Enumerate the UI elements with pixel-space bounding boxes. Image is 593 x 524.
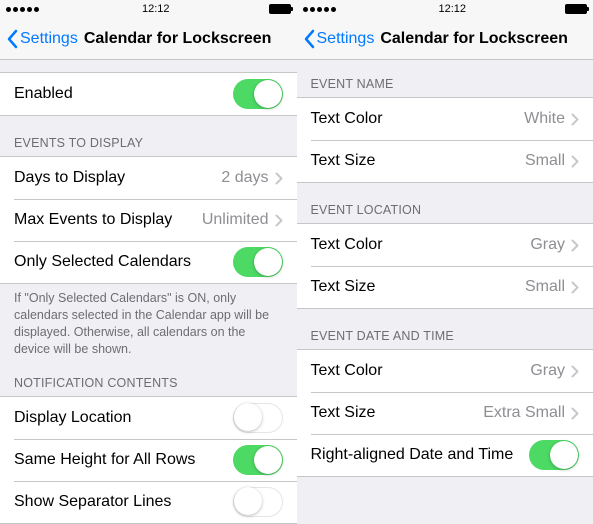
nav-bar: Settings Calendar for Lockscreen: [297, 18, 593, 60]
enabled-switch[interactable]: [233, 79, 283, 109]
status-time: 12:12: [142, 3, 170, 15]
right-aligned-label: Right-aligned Date and Time: [311, 446, 530, 464]
text-size-value: Small: [525, 152, 565, 170]
chevron-right-icon: [571, 155, 579, 168]
text-color-label: Text Color: [311, 110, 525, 128]
back-button[interactable]: Settings: [317, 30, 375, 48]
text-color-value: Gray: [530, 362, 565, 380]
signal-icon: [303, 7, 336, 12]
battery-icon: [565, 4, 587, 14]
chevron-right-icon: [571, 407, 579, 420]
same-height-switch[interactable]: [233, 445, 283, 475]
days-to-display-label: Days to Display: [14, 169, 221, 187]
text-color-value: Gray: [530, 236, 565, 254]
separator-lines-label: Show Separator Lines: [14, 493, 233, 511]
text-color-label: Text Color: [311, 362, 531, 380]
signal-icon: [6, 7, 39, 12]
section-events-to-display: EVENTS TO DISPLAY: [0, 116, 297, 156]
settings-content: EVENT NAME Text Color White Text Size Sm…: [297, 57, 593, 524]
chevron-right-icon: [275, 214, 283, 227]
separator-lines-switch[interactable]: [233, 487, 283, 517]
phone-right: 12:12 Settings Calendar for Lockscreen E…: [297, 0, 593, 524]
back-chevron-icon[interactable]: [6, 29, 18, 49]
text-size-label: Text Size: [311, 404, 484, 422]
max-events-value: Unlimited: [202, 211, 269, 229]
display-location-label: Display Location: [14, 409, 233, 427]
chevron-right-icon: [571, 365, 579, 378]
days-to-display-value: 2 days: [221, 169, 268, 187]
enabled-row[interactable]: Enabled: [0, 73, 297, 115]
event-name-text-color-row[interactable]: Text Color White: [297, 98, 593, 140]
text-color-value: White: [524, 110, 565, 128]
status-bar: 12:12: [297, 0, 593, 18]
max-events-row[interactable]: Max Events to Display Unlimited: [0, 199, 297, 241]
chevron-right-icon: [571, 239, 579, 252]
event-dt-text-color-row[interactable]: Text Color Gray: [297, 350, 593, 392]
event-name-text-size-row[interactable]: Text Size Small: [297, 140, 593, 182]
back-button[interactable]: Settings: [20, 30, 78, 48]
display-location-switch[interactable]: [233, 403, 283, 433]
page-title: Calendar for Lockscreen: [380, 30, 568, 48]
chevron-right-icon: [275, 172, 283, 185]
only-selected-calendars-row[interactable]: Only Selected Calendars: [0, 241, 297, 283]
display-location-row[interactable]: Display Location: [0, 397, 297, 439]
same-height-label: Same Height for All Rows: [14, 451, 233, 469]
event-location-text-size-row[interactable]: Text Size Small: [297, 266, 593, 308]
back-chevron-icon[interactable]: [303, 29, 315, 49]
settings-content: Enabled EVENTS TO DISPLAY Days to Displa…: [0, 60, 297, 524]
section-event-name: EVENT NAME: [297, 57, 593, 97]
chevron-right-icon: [571, 113, 579, 126]
only-selected-label: Only Selected Calendars: [14, 253, 233, 271]
text-size-label: Text Size: [311, 152, 525, 170]
event-dt-text-size-row[interactable]: Text Size Extra Small: [297, 392, 593, 434]
text-size-label: Text Size: [311, 278, 525, 296]
section-event-location: EVENT LOCATION: [297, 183, 593, 223]
chevron-right-icon: [571, 281, 579, 294]
status-bar: 12:12: [0, 0, 297, 18]
text-color-label: Text Color: [311, 236, 531, 254]
section-event-date-time: EVENT DATE AND TIME: [297, 309, 593, 349]
text-size-value: Small: [525, 278, 565, 296]
nav-bar: Settings Calendar for Lockscreen: [0, 18, 297, 60]
same-height-row[interactable]: Same Height for All Rows: [0, 439, 297, 481]
event-location-text-color-row[interactable]: Text Color Gray: [297, 224, 593, 266]
right-aligned-dt-row[interactable]: Right-aligned Date and Time: [297, 434, 593, 476]
text-size-value: Extra Small: [483, 404, 565, 422]
separator-lines-row[interactable]: Show Separator Lines: [0, 481, 297, 523]
right-aligned-switch[interactable]: [529, 440, 579, 470]
page-title: Calendar for Lockscreen: [84, 30, 272, 48]
battery-icon: [269, 4, 291, 14]
only-selected-switch[interactable]: [233, 247, 283, 277]
section-notification-contents: NOTIFICATION CONTENTS: [0, 366, 297, 396]
enabled-label: Enabled: [14, 85, 233, 103]
status-time: 12:12: [438, 3, 466, 15]
max-events-label: Max Events to Display: [14, 211, 202, 229]
days-to-display-row[interactable]: Days to Display 2 days: [0, 157, 297, 199]
only-selected-footer: If "Only Selected Calendars" is ON, only…: [0, 284, 297, 366]
phone-left: 12:12 Settings Calendar for Lockscreen E…: [0, 0, 297, 524]
